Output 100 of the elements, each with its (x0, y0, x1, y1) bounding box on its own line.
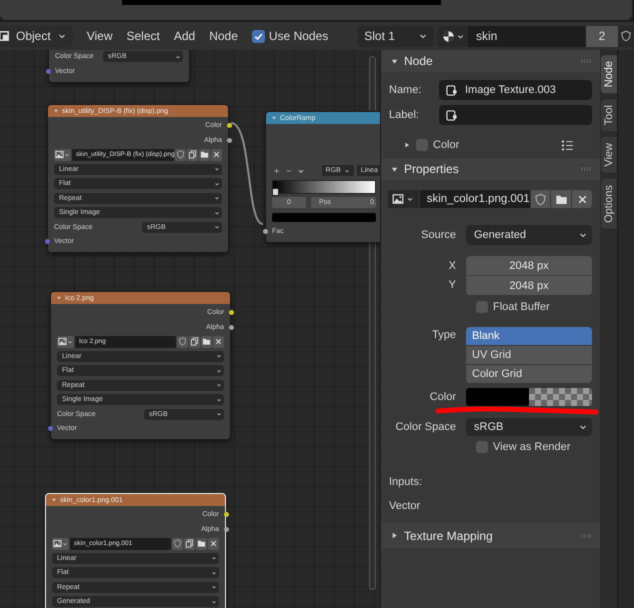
width-field[interactable]: 2048 px (466, 256, 592, 275)
close-icon (209, 539, 218, 548)
fake-user-button[interactable] (177, 336, 188, 348)
caret-icon (216, 353, 222, 359)
mode-dropdown[interactable]: Object (0, 26, 73, 46)
unlink-button[interactable] (213, 336, 224, 348)
sidebar-tab[interactable]: Node (600, 55, 616, 94)
socket-dot[interactable] (226, 138, 232, 142)
disclosure-triangle-icon (390, 56, 399, 66)
close-icon (212, 150, 221, 159)
open-image-button[interactable] (196, 538, 207, 550)
open-image-button[interactable] (551, 190, 572, 208)
field-label: Source (420, 229, 457, 241)
image-type-button[interactable] (388, 190, 419, 208)
caret-icon (216, 396, 222, 402)
caret-icon (214, 224, 220, 230)
fake-user-button[interactable] (618, 26, 634, 46)
unlink-button[interactable] (208, 538, 219, 550)
color-space-dropdown[interactable]: sRGB (466, 418, 592, 436)
shield-icon (534, 192, 548, 206)
checkbox-label: Use Nodes (268, 29, 328, 43)
user-count-button[interactable]: 2 (586, 26, 618, 46)
color-ramp-gradient[interactable] (272, 180, 376, 194)
fake-user-button[interactable] (175, 148, 186, 160)
image-type-button[interactable] (54, 148, 71, 160)
disclosure-triangle-icon (390, 164, 399, 174)
field-label: Label: (389, 109, 420, 121)
type-option[interactable]: Color Grid (466, 365, 592, 383)
material-name-field[interactable]: skin (468, 26, 586, 46)
socket-dot[interactable] (226, 123, 232, 128)
sidebar-tab[interactable]: View (600, 137, 616, 174)
caret-icon (211, 598, 217, 604)
unlink-button[interactable] (211, 148, 222, 160)
image-type-button[interactable] (57, 336, 74, 348)
shield-icon (620, 30, 632, 42)
material-browse-button[interactable] (437, 26, 468, 46)
collapse-arrow-icon[interactable] (56, 295, 62, 301)
image-icon (55, 150, 64, 159)
fake-user-button[interactable] (530, 190, 550, 208)
fake-user-button[interactable] (172, 538, 183, 550)
field-label: X (448, 260, 457, 272)
caret-icon (211, 584, 217, 590)
checkbox[interactable] (416, 139, 428, 151)
panel-header[interactable]: Node (381, 50, 600, 72)
name-field[interactable]: Image Texture.003 (439, 80, 592, 100)
socket-dot[interactable] (228, 310, 234, 315)
socket-dot[interactable] (224, 526, 228, 532)
checkbox[interactable] (476, 301, 488, 313)
panel-title: Texture Mapping (404, 528, 494, 542)
menu-item[interactable]: Add (168, 29, 202, 43)
source-dropdown[interactable]: Generated (466, 225, 592, 245)
menu-item[interactable]: Select (120, 29, 166, 43)
panel-header[interactable]: Texture Mapping (381, 523, 600, 548)
color-swatch[interactable] (272, 212, 376, 222)
sidebar-tab[interactable]: Tool (600, 99, 616, 132)
collapse-arrow-icon[interactable] (51, 497, 57, 503)
new-image-button[interactable] (189, 336, 200, 348)
field-label: Color Space (394, 421, 457, 433)
socket-dot[interactable] (48, 426, 52, 431)
collapse-arrow-icon[interactable] (53, 108, 59, 114)
disclosure-triangle-icon (390, 531, 399, 540)
field-label: Name: (389, 84, 422, 96)
node-icon (445, 108, 458, 122)
ramp-stop-handle[interactable] (272, 188, 279, 196)
new-image-button[interactable] (184, 538, 195, 550)
remove-stop-button[interactable]: − (284, 166, 294, 176)
new-image-button[interactable] (187, 148, 198, 160)
height-field[interactable]: 2048 px (466, 275, 592, 295)
sidebar-tab[interactable]: Options (600, 179, 616, 230)
socket-dot[interactable] (46, 68, 50, 74)
disclosure-triangle-icon[interactable] (403, 141, 411, 149)
shield-icon (176, 150, 185, 159)
checkbox[interactable] (252, 30, 265, 42)
label-field[interactable] (439, 105, 592, 125)
folder-icon (202, 337, 211, 346)
unlink-button[interactable] (572, 190, 592, 208)
image-icon (392, 193, 404, 205)
menu-item[interactable]: View (80, 29, 118, 43)
socket-dot[interactable] (224, 512, 228, 517)
add-stop-button[interactable]: + (272, 166, 282, 176)
list-icon[interactable] (561, 138, 574, 152)
type-option[interactable]: Blank (466, 327, 592, 345)
caret-icon (175, 54, 181, 60)
section-label: Inputs: (388, 476, 424, 488)
image-type-button[interactable] (52, 538, 69, 550)
menu-item[interactable]: Node (203, 29, 244, 43)
caret-icon (67, 338, 73, 344)
socket-dot[interactable] (262, 229, 268, 234)
color-swatch[interactable] (466, 388, 592, 406)
type-option[interactable]: UV Grid (466, 346, 592, 364)
collapse-arrow-icon[interactable] (271, 115, 277, 121)
panel-header[interactable]: Properties (381, 158, 600, 180)
image-name-field[interactable]: skin_color1.png.001 (420, 190, 530, 208)
socket-dot[interactable] (44, 239, 50, 244)
open-image-button[interactable] (199, 148, 210, 160)
field-label: Color (428, 391, 457, 403)
socket-dot[interactable] (228, 324, 234, 330)
checkbox[interactable] (476, 441, 488, 453)
open-image-button[interactable] (201, 336, 212, 348)
slot-dropdown[interactable]: Slot 1 (358, 26, 434, 46)
